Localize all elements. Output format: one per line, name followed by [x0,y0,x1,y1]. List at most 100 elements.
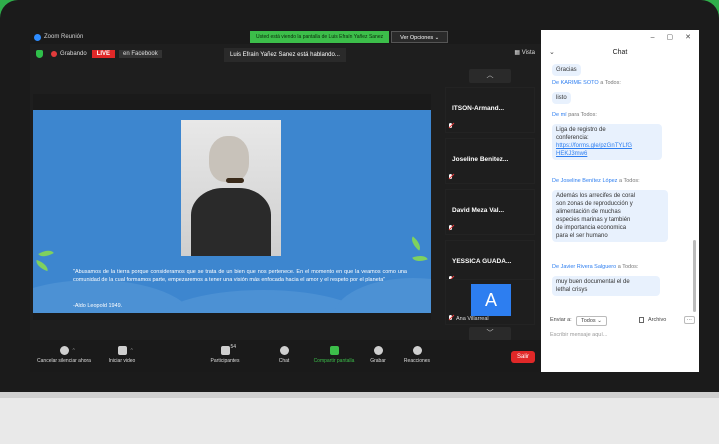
more-options-button[interactable]: ··· [683,316,695,324]
message-line: para el ser humano [556,233,608,239]
message-line: son zonas de reproducción y [556,201,633,207]
mute-button[interactable]: ^ Cancelar silenciar ahora [34,346,94,364]
record-button[interactable]: Grabar [366,346,390,364]
reactions-label: Reacciones [403,358,431,364]
chat-message: Además los arrecifes de coral son zonas … [552,190,668,242]
zoom-logo-icon [34,33,41,41]
chevron-up-icon[interactable]: ^ [131,348,133,354]
window-title: Zoom Reunión [44,34,84,40]
maximize-icon[interactable]: ▢ [667,33,674,41]
link-line: HEKJ3mw6 [556,151,588,157]
leaf-decoration-icon [408,236,424,251]
reactions-button[interactable]: Reacciones [398,346,436,364]
participant-tile[interactable]: ITSON-Armand... [445,87,535,133]
chat-message: Liga de registro de conferencia: https:/… [552,124,662,160]
live-badge[interactable]: LIVE [91,50,116,58]
participant-name: Joseline Benitez... [452,156,509,163]
laptop-base [0,392,719,444]
leaf-decoration-icon [412,252,428,265]
recording-label: Grabando [60,51,87,57]
recipient: para Todos: [568,112,597,118]
video-label: Iniciar video [108,358,136,364]
view-button[interactable]: ▦ Vista [514,49,535,56]
chat-panel: – ▢ ✕ ⌄ Chat Gracias De KARIME SOTO a To… [541,30,699,372]
recipient-dropdown[interactable]: Todos ⌄ [576,316,607,326]
participant-tile[interactable]: A Ana Villarreal [445,279,535,325]
security-shield-icon[interactable] [36,50,43,58]
share-notice: Usted está viendo la pantalla de Luis Ef… [250,31,390,43]
muted-mic-icon [448,174,454,180]
muted-mic-icon [448,225,454,231]
share-bar: Usted está viendo la pantalla de Luis Ef… [250,31,449,43]
live-target: en Facebook [119,50,162,58]
participants-button[interactable]: 54 Participantes [200,344,250,364]
video-button[interactable]: ^ Iniciar video [102,346,142,364]
chat-label: Chat [278,358,290,364]
slide-author: -Aldo Leopold 1949. [73,303,123,309]
sender-name: Javier Rivera Salguero [560,264,617,270]
record-icon [373,346,383,355]
participant-name: David Meza Val... [452,207,505,214]
scroll-down-button[interactable]: ﹀ [469,327,511,341]
recording-icon [51,51,57,57]
message-line: alimentación de muchas [556,209,621,215]
minimize-icon[interactable]: – [651,34,655,41]
mute-label: Cancelar silenciar ahora [37,358,91,364]
share-screen-button[interactable]: Compartir pantalla [306,346,362,364]
portrait-body [191,188,271,256]
chat-messages: Gracias De KARIME SOTO a Todos: listo De… [541,64,699,312]
message-line: lethal crisys [556,287,588,293]
active-speaker-label: Luis Efraín Yañez Sanez está hablando... [224,48,346,62]
message-sender: De mí para Todos: [552,112,597,118]
chat-title: Chat [612,49,628,56]
message-line: conferencia: [556,135,589,141]
scroll-up-button[interactable]: ︿ [469,69,511,83]
chat-scrollbar[interactable] [693,240,696,312]
send-to-row: Enviar a: Todos ⌄ Archivo ··· [550,316,695,329]
participant-strip: ︿ ITSON-Armand... Joseline Benitez... Da… [443,65,539,341]
chat-input[interactable]: Escribir mensaje aquí... [550,332,607,338]
chat-message: Gracias [552,64,581,76]
microphone-icon: ^ [59,346,75,355]
portrait-pipe [226,178,244,183]
registration-link[interactable]: https://forms.gle/pzGnTYLfG HEKJ3mw6 [556,142,658,158]
meeting-toolbar: ^ Cancelar silenciar ahora ^ Iniciar vid… [30,340,541,372]
avatar: A [471,284,511,316]
sender-name: Joseline Benítez López [560,178,618,184]
message-sender: De Joseline Benítez López a Todos: [552,178,640,184]
shared-screen: "Abusamos de la tierra porque consideram… [33,94,431,320]
share-screen-icon [329,346,339,355]
chat-button[interactable]: Chat [272,346,296,364]
participant-tile[interactable]: Joseline Benitez... [445,138,535,184]
file-button[interactable]: Archivo [648,317,666,323]
message-line: muy buen documental el de [556,279,630,285]
recipient: a Todos: [617,264,639,270]
chat-message: muy buen documental el de lethal crisys [552,276,660,296]
sender-name: KARIME SOTO [560,80,599,86]
message-line: de importancia economica [556,225,627,231]
participants-label: Participantes [210,358,240,364]
laptop-lip [0,392,719,398]
leave-button[interactable]: Salir [510,351,535,363]
chat-bubble-icon [279,346,289,355]
portrait-head [209,136,249,182]
file-icon[interactable] [639,317,644,323]
video-camera-icon: ^ [117,346,133,355]
message-sender: De KARIME SOTO a Todos: [552,80,621,86]
participant-name: YESSICA GUADA... [452,258,512,265]
participant-tile[interactable]: David Meza Val... [445,189,535,235]
emoji-icon [412,346,422,355]
record-label: Grabar [370,358,386,364]
chevron-up-icon[interactable]: ^ [73,348,75,354]
chat-header: ⌄ Chat [541,44,699,64]
recipient: a Todos: [618,178,640,184]
muted-mic-icon [448,315,454,321]
message-line: Liga de registro de [556,127,606,133]
close-icon[interactable]: ✕ [685,33,691,41]
participants-count: 54 [230,344,237,350]
view-options-button[interactable]: Ver Opciones ⌄ [391,31,449,43]
participants-icon: 54 [220,344,236,355]
leaf-decoration-icon [34,259,50,272]
participant-name: Ana Villarreal [456,316,489,322]
slide-quote: "Abusamos de la tierra porque consideram… [73,269,407,283]
